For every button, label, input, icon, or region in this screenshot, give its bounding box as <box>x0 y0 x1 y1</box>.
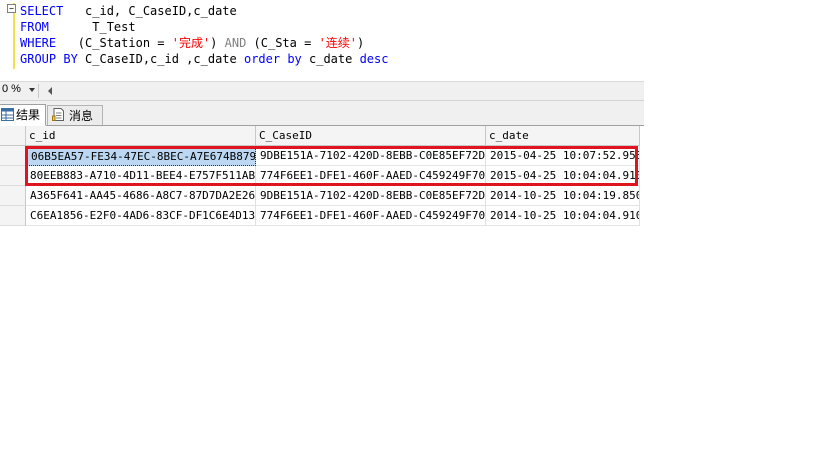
code-line[interactable]: GROUP BY C_CaseID,c_id ,c_date order by … <box>20 51 388 67</box>
table-cell[interactable]: 80EEB883-A710-4D11-BEE4-E757F511ABB5 <box>26 166 256 186</box>
code-line[interactable]: SELECT c_id, C_CaseID,c_date <box>20 3 237 19</box>
column-header-c-id[interactable]: c_id <box>26 126 256 146</box>
table-cell[interactable]: 2015-04-25 10:07:52.953 <box>486 146 640 166</box>
code-line[interactable]: WHERE (C_Station = '完成') AND (C_Sta = '连… <box>20 35 364 51</box>
table-cell[interactable]: 9DBE151A-7102-420D-8EBB-C0E85EF72D3E <box>256 186 486 206</box>
row-header[interactable] <box>0 146 26 166</box>
sql-editor[interactable]: − SELECT c_id, C_CaseID,c_date FROM T_Tes… <box>0 0 644 82</box>
table-cell[interactable]: 774F6EE1-DFE1-460F-AAED-C459249F7084 <box>256 166 486 186</box>
code-token: '完成' <box>171 36 211 50</box>
code-token: T_Test <box>48 20 136 34</box>
messages-icon <box>52 108 64 121</box>
code-token: order by <box>243 52 302 66</box>
results-grid-icon <box>1 108 14 121</box>
table-cell[interactable]: 06B5EA57-FE34-47EC-8BEC-A7E674B87947 <box>26 146 256 166</box>
results-grid: c_id C_CaseID c_date 06B5EA57-FE34-47EC-… <box>0 126 640 232</box>
result-tabs: 结果 消息 <box>0 101 644 126</box>
column-header-c-caseid[interactable]: C_CaseID <box>256 126 486 146</box>
code-token: FROM <box>20 20 49 34</box>
row-header[interactable] <box>0 166 26 186</box>
tab-results-label: 结果 <box>16 108 41 122</box>
zoom-separator <box>38 84 39 98</box>
row-header[interactable] <box>0 206 26 226</box>
grid-corner[interactable] <box>0 126 26 146</box>
code-token: (C_Sta = <box>246 36 319 50</box>
tab-messages[interactable]: 消息 <box>47 105 103 125</box>
code-token: desc <box>359 52 389 66</box>
code-token: ) <box>357 36 365 50</box>
table-cell[interactable]: 2014-10-25 10:04:04.910 <box>486 206 640 226</box>
code-token: AND <box>224 36 247 50</box>
zoom-level[interactable]: 0 % <box>2 83 21 95</box>
code-token: SELECT <box>20 4 64 18</box>
code-token: (C_Station = <box>56 36 172 50</box>
zoom-dropdown-icon[interactable] <box>29 88 35 92</box>
column-header-c-date[interactable]: c_date <box>486 126 640 146</box>
scroll-left-icon[interactable] <box>48 87 52 95</box>
code-line[interactable]: FROM T_Test <box>20 19 136 35</box>
table-cell[interactable]: 774F6EE1-DFE1-460F-AAED-C459249F7084 <box>256 206 486 226</box>
code-token: ) <box>210 36 225 50</box>
zoom-bar: 0 % <box>0 82 644 101</box>
code-token: C_CaseID,c_id ,c_date <box>77 52 244 66</box>
table-cell[interactable]: C6EA1856-E2F0-4AD6-83CF-DF1C6E4D1385 <box>26 206 256 226</box>
table-cell[interactable]: A365F641-AA45-4686-A8C7-87D7DA2E2678 <box>26 186 256 206</box>
code-token: GROUP BY <box>20 52 78 66</box>
code-token: c_date <box>301 52 360 66</box>
collapse-toggle-icon[interactable]: − <box>7 4 16 13</box>
table-cell[interactable]: 2015-04-25 10:04:04.910 <box>486 166 640 186</box>
code-token: c_id, C_CaseID,c_date <box>63 4 237 18</box>
row-header[interactable] <box>0 186 26 206</box>
code-token: WHERE <box>20 36 57 50</box>
tab-messages-label: 消息 <box>69 109 94 123</box>
code-token: '连续' <box>318 36 358 50</box>
tab-results[interactable]: 结果 <box>0 104 46 126</box>
table-cell[interactable]: 9DBE151A-7102-420D-8EBB-C0E85EF72D3E <box>256 146 486 166</box>
table-cell[interactable]: 2014-10-25 10:04:19.850 <box>486 186 640 206</box>
